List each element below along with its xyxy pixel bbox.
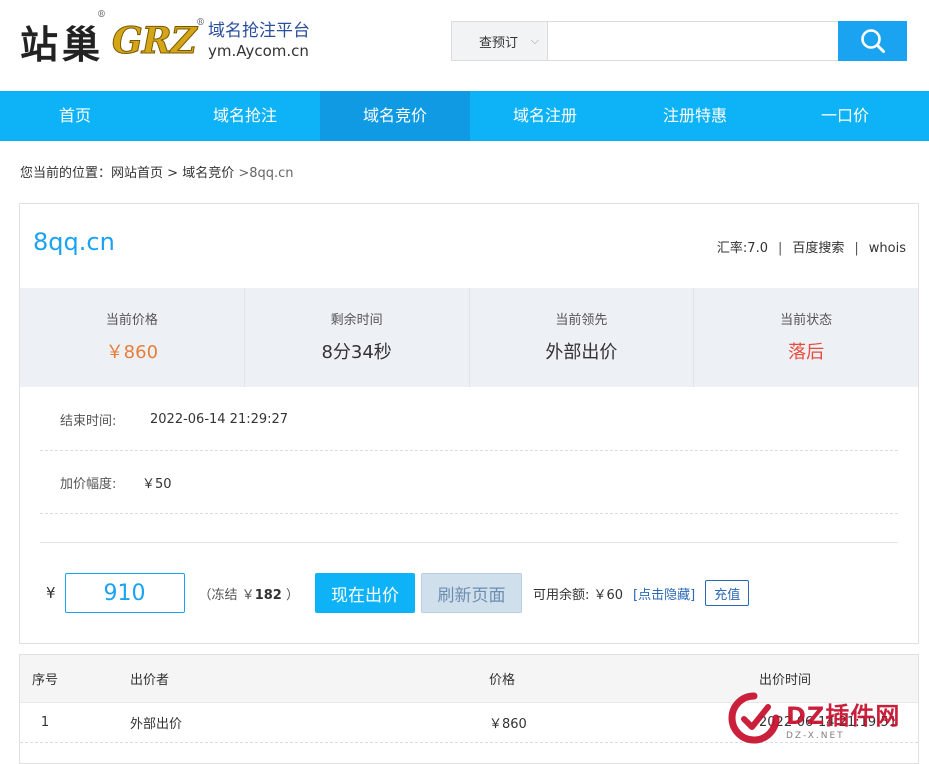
bid-step-label: 加价幅度:: [60, 476, 117, 492]
cell-price: ￥860: [489, 717, 527, 732]
domain-links: 汇率:7.0 | 百度搜索 | whois: [717, 237, 906, 256]
freeze-value: 182: [254, 587, 282, 603]
search-input[interactable]: [548, 22, 838, 60]
end-time-row: 结束时间: 2022-06-14 21:29:27: [40, 388, 898, 451]
bid-step-row: 加价幅度: ￥50: [40, 451, 898, 514]
stat-leader: 当前领先 外部出价: [470, 288, 695, 387]
nav-register-deals[interactable]: 注册特惠: [620, 91, 770, 141]
watermark: DZ插件网 DZ-X.NET: [728, 686, 918, 750]
breadcrumb-section-link[interactable]: 域名竞价: [182, 166, 234, 181]
link-separator: |: [854, 241, 859, 256]
stat-label: 剩余时间: [330, 313, 383, 328]
cell-index: 1: [40, 715, 50, 730]
nav-fixed-price[interactable]: 一口价: [770, 91, 920, 141]
bid-form: ¥ （冻结 ￥182 ） 现在出价 刷新页面 可用余额: ￥60 [点击隐藏] …: [40, 573, 750, 613]
watermark-text: DZ插件网 DZ-X.NET: [786, 696, 900, 741]
logo-chinese-name: 站巢 ®: [20, 9, 107, 67]
hide-balance-link[interactable]: [点击隐藏]: [633, 584, 695, 603]
end-time-value: 2022-06-14 21:29:27: [150, 411, 289, 427]
chevron-down-icon: ⌵: [530, 34, 539, 47]
site-logo[interactable]: 站巢 ® GRZ ® 域名抢注平台 ym.Aycom.cn: [20, 9, 310, 68]
search-button[interactable]: [838, 21, 907, 61]
whois-link[interactable]: whois: [869, 241, 906, 256]
nav-home[interactable]: 首页: [0, 91, 170, 141]
breadcrumb-separator: >: [163, 166, 183, 181]
cell-bidder: 外部出价: [130, 717, 183, 732]
baidu-search-link[interactable]: 百度搜索: [792, 241, 844, 256]
recharge-button[interactable]: 充值: [705, 580, 750, 606]
freeze-prefix: （冻结 ￥: [198, 587, 255, 603]
stat-time-left: 剩余时间 8分34秒: [245, 288, 470, 387]
stat-value: 外部出价: [545, 342, 618, 363]
link-separator: |: [777, 241, 783, 256]
stat-value: 落后: [788, 342, 825, 363]
header-bidder: 出价者: [130, 673, 170, 688]
search-type-select[interactable]: 查预订 ⌵: [452, 22, 548, 60]
header-index: 序号: [31, 673, 58, 688]
search-icon: [860, 29, 885, 53]
freeze-amount: （冻结 ￥182 ）: [199, 584, 299, 603]
breadcrumb: 您当前的位置：网站首页 > 域名竞价 >8qq.cn: [20, 162, 294, 181]
nav-domain-auction[interactable]: 域名竞价: [320, 91, 470, 141]
end-time-label: 结束时间:: [60, 413, 117, 429]
main-nav: 首页 域名抢注 域名竞价 域名注册 注册特惠 一口价: [0, 91, 929, 141]
stat-label: 当前状态: [780, 313, 833, 328]
bid-amount-input[interactable]: [64, 573, 185, 613]
logo-tagline: 域名抢注平台: [207, 21, 310, 41]
logo-grz-mark: GRZ ®: [112, 18, 205, 63]
breadcrumb-current: >8qq.cn: [234, 166, 294, 181]
domain-name: 8qq.cn: [33, 228, 115, 256]
breadcrumb-home-link[interactable]: 网站首页: [111, 166, 163, 181]
nav-domain-snap[interactable]: 域名抢注: [170, 91, 320, 141]
stat-value: ￥860: [105, 342, 159, 363]
currency-symbol: ¥: [46, 584, 56, 602]
place-bid-button[interactable]: 现在出价: [314, 573, 415, 613]
available-balance: 可用余额: ￥60: [532, 587, 624, 603]
stat-label: 当前领先: [555, 313, 608, 328]
search-type-value: 查预订: [479, 35, 519, 51]
watermark-url: DZ-X.NET: [786, 730, 845, 741]
stat-status: 当前状态 落后: [694, 288, 918, 387]
watermark-logo-icon: [728, 692, 780, 744]
search-bar: 查预订 ⌵: [451, 21, 907, 61]
site-header: 站巢 ® GRZ ® 域名抢注平台 ym.Aycom.cn 查预订 ⌵: [0, 0, 929, 91]
nav-domain-register[interactable]: 域名注册: [470, 91, 620, 141]
watermark-title: DZ插件网: [786, 701, 901, 730]
stat-current-price: 当前价格 ￥860: [20, 288, 245, 387]
auction-stats: 当前价格 ￥860 剩余时间 8分34秒 当前领先 外部出价 当前状态 落后: [20, 288, 918, 387]
divider: [40, 542, 898, 543]
exchange-rate: 汇率:7.0: [716, 241, 768, 256]
header-price: 价格: [489, 673, 516, 688]
freeze-suffix: ）: [281, 587, 299, 603]
logo-text: 域名抢注平台 ym.Aycom.cn: [208, 21, 310, 61]
logo-site-url: ym.Aycom.cn: [207, 42, 309, 60]
bid-step-value: ￥50: [142, 476, 172, 492]
refresh-page-button[interactable]: 刷新页面: [420, 573, 522, 613]
stat-value: 8分34秒: [321, 342, 392, 363]
breadcrumb-prefix: 您当前的位置：: [20, 166, 112, 181]
domain-auction-panel: 8qq.cn 汇率:7.0 | 百度搜索 | whois 当前价格 ￥860 剩余时间 …: [19, 203, 919, 644]
stat-label: 当前价格: [105, 313, 158, 328]
